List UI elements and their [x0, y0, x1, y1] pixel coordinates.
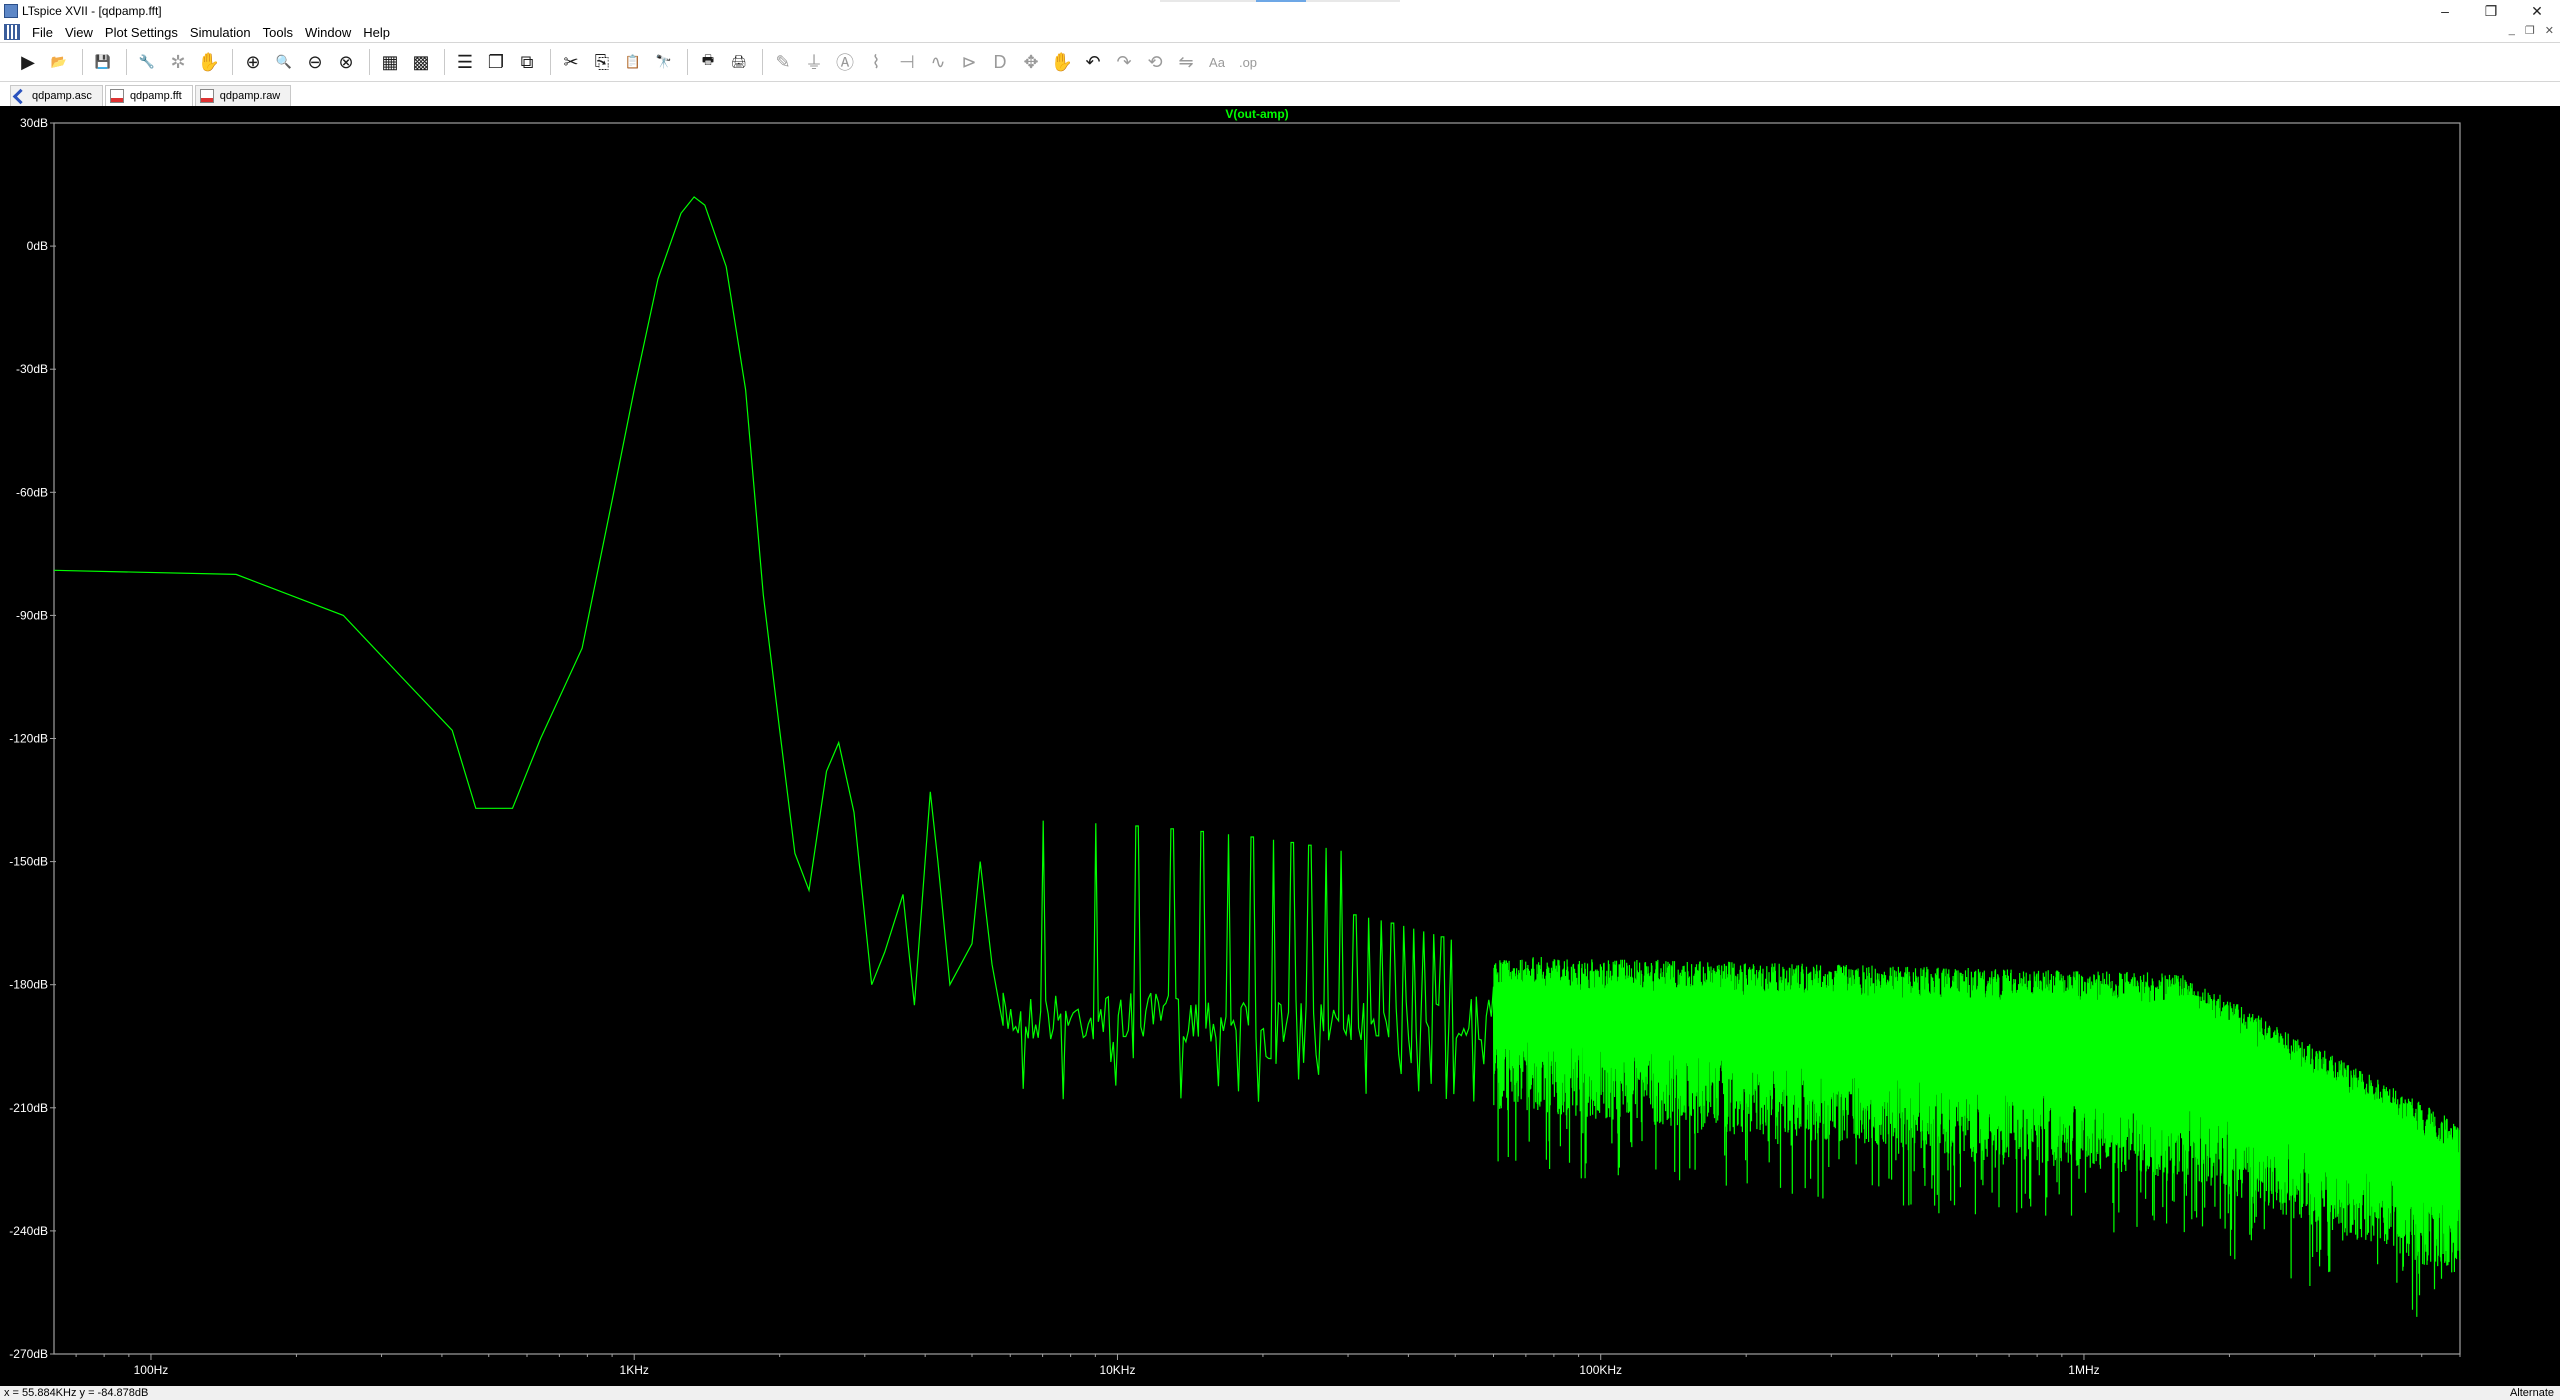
- text-icon[interactable]: Aa: [1203, 48, 1231, 76]
- halt-icon[interactable]: ✲: [164, 48, 192, 76]
- tab-label: qdpamp.raw: [219, 90, 281, 102]
- zoom-fit-icon[interactable]: ⊗: [332, 48, 360, 76]
- mdi-restore-icon[interactable]: ❐: [2525, 24, 2535, 37]
- menu-help[interactable]: Help: [357, 25, 396, 40]
- x-tick-label: 100Hz: [134, 1363, 169, 1377]
- y-tick-label: -210dB: [9, 1101, 48, 1115]
- y-tick-label: -240dB: [9, 1224, 48, 1238]
- toolbar-separator: [369, 49, 370, 75]
- tab-qdpamp-fft[interactable]: qdpamp.fft: [104, 85, 193, 106]
- window-title: LTspice XVII - [qdpamp.fft]: [22, 4, 162, 18]
- label-icon[interactable]: Ⓐ: [831, 48, 859, 76]
- rotate-icon[interactable]: ⟲: [1141, 48, 1169, 76]
- x-tick-label: 1KHz: [620, 1363, 649, 1377]
- y-tick-label: -30dB: [16, 362, 48, 376]
- wire-icon[interactable]: ✎: [769, 48, 797, 76]
- y-tick-label: 0dB: [27, 239, 48, 253]
- menu-plot-settings[interactable]: Plot Settings: [99, 25, 184, 40]
- trace-v-out-amp: [53, 196, 2461, 1317]
- menu-window[interactable]: Window: [299, 25, 357, 40]
- status-bar: x = 55.884KHz y = -84.878dB Alternate: [0, 1386, 2560, 1400]
- minimize-icon[interactable]: –: [2422, 0, 2468, 22]
- mirror-icon[interactable]: ⇋: [1172, 48, 1200, 76]
- component-icon[interactable]: D: [986, 48, 1014, 76]
- menu-simulation[interactable]: Simulation: [184, 25, 257, 40]
- y-tick-label: -90dB: [16, 608, 48, 622]
- plot-frame: [53, 122, 2461, 1355]
- toolbar-separator: [687, 49, 688, 75]
- move-icon[interactable]: ✥: [1017, 48, 1045, 76]
- y-tick-label: -120dB: [9, 732, 48, 746]
- taskbar-preview-strip: [1160, 0, 1400, 2]
- toolbar-separator: [82, 49, 83, 75]
- menu-file[interactable]: File: [26, 25, 59, 40]
- ground-icon[interactable]: ⏚: [800, 48, 828, 76]
- inductor-icon[interactable]: ∿: [924, 48, 952, 76]
- x-tick-label: 10KHz: [1099, 1363, 1135, 1377]
- x-tick-label: 1MHz: [2068, 1363, 2099, 1377]
- fft-plot[interactable]: 30dB 0dB -30dB -60dB -90dB -120dB -150dB -180dB…: [0, 106, 2560, 1386]
- toolbar-separator: [232, 49, 233, 75]
- y-tick-label: -150dB: [9, 855, 48, 869]
- tile-vertical-icon[interactable]: ⧉: [513, 48, 541, 76]
- tab-label: qdpamp.asc: [32, 90, 92, 102]
- cursor-readout: x = 55.884KHz y = -84.878dB: [4, 1387, 149, 1399]
- menu-tools[interactable]: Tools: [257, 25, 299, 40]
- waveform-icon: [199, 89, 214, 103]
- y-tick-label: 30dB: [20, 116, 48, 130]
- tab-qdpamp-asc[interactable]: qdpamp.asc: [10, 85, 103, 106]
- schematic-icon: [12, 88, 29, 104]
- cut-icon[interactable]: ✂: [557, 48, 585, 76]
- tab-label: qdpamp.fft: [129, 90, 182, 102]
- spice-directive-icon[interactable]: .op: [1234, 48, 1262, 76]
- diode-icon[interactable]: ⊳: [955, 48, 983, 76]
- copy-icon[interactable]: ⎘: [588, 48, 616, 76]
- zoom-area-icon[interactable]: 🔍: [270, 48, 298, 76]
- mdi-close-icon[interactable]: ✕: [2545, 24, 2554, 37]
- toolbar-separator: [550, 49, 551, 75]
- open-icon[interactable]: 📂: [45, 48, 73, 76]
- drag-icon[interactable]: ✋: [1048, 48, 1076, 76]
- ltspice-app-icon: [4, 4, 18, 18]
- control-panel-icon[interactable]: 🔧: [133, 48, 161, 76]
- find-icon[interactable]: 🔭: [650, 48, 678, 76]
- tab-qdpamp-raw[interactable]: qdpamp.raw: [194, 85, 292, 106]
- y-tick-label: -180dB: [9, 978, 48, 992]
- waveform-viewer[interactable]: 30dB 0dB -30dB -60dB -90dB -120dB -150dB -180dB…: [0, 106, 2560, 1386]
- tile-horizontal-icon[interactable]: ☰: [451, 48, 479, 76]
- menu-view[interactable]: View: [59, 25, 99, 40]
- toolbar-separator: [126, 49, 127, 75]
- menu-bar: File View Plot Settings Simulation Tools…: [0, 22, 2560, 42]
- trace-name: V(out-amp): [1225, 107, 1288, 121]
- mdi-minimize-icon[interactable]: _: [2509, 24, 2515, 37]
- cascade-icon[interactable]: ❐: [482, 48, 510, 76]
- toolbar-separator: [444, 49, 445, 75]
- close-icon[interactable]: ✕: [2514, 0, 2560, 22]
- zoom-in-icon[interactable]: ⊕: [239, 48, 267, 76]
- zoom-out-icon[interactable]: ⊖: [301, 48, 329, 76]
- pan-icon[interactable]: ✋: [195, 48, 223, 76]
- save-icon[interactable]: 💾: [89, 48, 117, 76]
- status-mode: Alternate: [2509, 1387, 2554, 1399]
- print-icon[interactable]: 🖶: [694, 48, 722, 76]
- redo-icon[interactable]: ↷: [1110, 48, 1138, 76]
- title-bar: LTspice XVII - [qdpamp.fft] – ❐ ✕: [0, 0, 2560, 22]
- toolbar: ▶ 📂 💾 🔧 ✲ ✋ ⊕ 🔍 ⊖ ⊗ ▦ ▩ ☰ ❐ ⧉ ✂ ⎘ 📋 🔭 🖶 🖨 ✎ ⏚ Ⓐ ⌇ ⊣ ∿ ⊳ D ✥ ✋ ↶ ↷ ⟲ ⇋ Aa .op: [0, 42, 2560, 82]
- x-tick-label: 100KHz: [1579, 1363, 1622, 1377]
- document-menu-icon[interactable]: [4, 24, 20, 40]
- run-icon[interactable]: ▶: [14, 48, 42, 76]
- toolbar-separator: [762, 49, 763, 75]
- paste-icon[interactable]: 📋: [619, 48, 647, 76]
- document-tab-bar: qdpamp.asc qdpamp.fft qdpamp.raw: [0, 82, 2560, 106]
- y-tick-label: -60dB: [16, 485, 48, 499]
- resistor-icon[interactable]: ⌇: [862, 48, 890, 76]
- autorange-icon[interactable]: ▦: [376, 48, 404, 76]
- waveform-icon: [109, 89, 124, 103]
- capacitor-icon[interactable]: ⊣: [893, 48, 921, 76]
- undo-icon[interactable]: ↶: [1079, 48, 1107, 76]
- grid-icon[interactable]: ▩: [407, 48, 435, 76]
- restore-icon[interactable]: ❐: [2468, 0, 2514, 22]
- y-tick-label: -270dB: [9, 1347, 48, 1361]
- print-setup-icon[interactable]: 🖨: [725, 48, 753, 76]
